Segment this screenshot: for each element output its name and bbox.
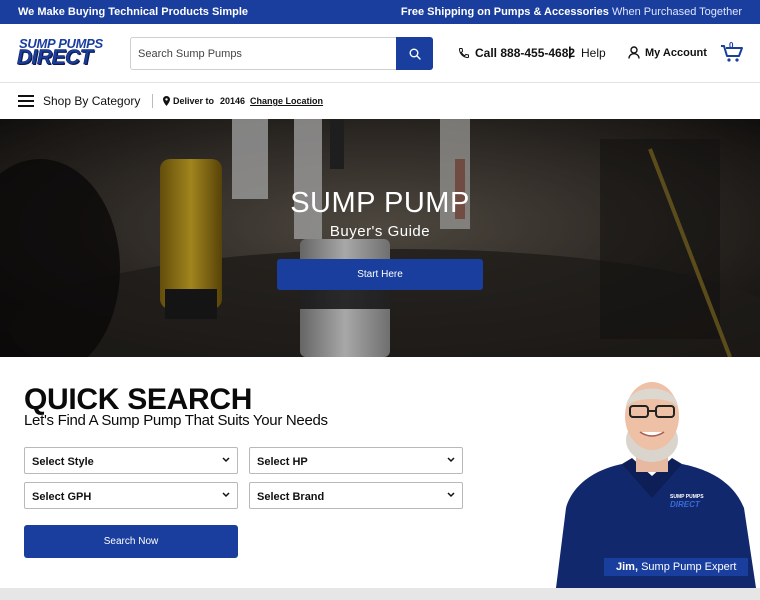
select-brand-label: Select Brand xyxy=(257,491,325,503)
expert-role: Sump Pump Expert xyxy=(641,561,737,573)
search-now-button[interactable]: Search Now xyxy=(24,525,238,558)
search-bar xyxy=(130,37,433,70)
start-here-button[interactable]: Start Here xyxy=(277,259,483,290)
chevron-down-icon xyxy=(222,457,230,463)
help-link[interactable]: Help xyxy=(581,46,606,60)
category-nav: Shop By Category Deliver to 20146 Change… xyxy=(0,82,760,119)
phone-icon xyxy=(458,48,469,59)
site-header: SUMP PUMPS DIRECT Call 888-455-4682 | He… xyxy=(0,24,760,82)
phone-number: Call 888-455-4682 xyxy=(475,46,576,60)
user-icon xyxy=(628,46,640,59)
my-account-link[interactable]: My Account xyxy=(628,46,707,59)
hero-title: SUMP PUMP xyxy=(290,187,470,219)
search-button[interactable] xyxy=(396,37,433,70)
footer-strip xyxy=(0,588,760,600)
select-style-label: Select Style xyxy=(32,456,94,468)
promo-left-text: We Make Buying Technical Products Simple xyxy=(18,6,249,18)
cart-button[interactable]: 0 xyxy=(720,41,744,63)
promo-bar: We Make Buying Technical Products Simple… xyxy=(0,0,760,24)
deliver-to-label: Deliver to xyxy=(173,96,215,106)
expert-photo: SUMP PUMPS DIRECT xyxy=(556,382,756,588)
header-separator: | xyxy=(568,44,572,59)
hero-banner: SUMP PUMP Buyer's Guide Start Here xyxy=(0,119,760,357)
site-logo[interactable]: SUMP PUMPS DIRECT xyxy=(17,36,109,70)
expert-name: Jim, xyxy=(616,561,639,573)
shop-by-category-button[interactable]: Shop By Category xyxy=(18,94,140,108)
select-hp-dropdown[interactable]: Select HP xyxy=(249,447,463,474)
delivery-location: Deliver to 20146 Change Location xyxy=(163,96,323,106)
chevron-down-icon xyxy=(447,492,455,498)
menu-icon xyxy=(18,95,34,107)
cart-count-badge: 0 xyxy=(729,41,734,50)
chevron-down-icon xyxy=(222,492,230,498)
search-icon xyxy=(409,48,421,60)
logo-line2: DIRECT xyxy=(17,46,93,69)
select-brand-dropdown[interactable]: Select Brand xyxy=(249,482,463,509)
select-style-dropdown[interactable]: Select Style xyxy=(24,447,238,474)
promo-right-text[interactable]: Free Shipping on Pumps & Accessories Whe… xyxy=(401,6,742,18)
my-account-label: My Account xyxy=(645,46,707,59)
location-pin-icon xyxy=(163,96,170,106)
select-gph-label: Select GPH xyxy=(32,491,92,503)
change-location-link[interactable]: Change Location xyxy=(250,96,323,106)
shop-by-category-label: Shop By Category xyxy=(43,94,141,108)
select-hp-label: Select HP xyxy=(257,456,308,468)
promo-condition: When Purchased Together xyxy=(608,6,742,18)
quick-search-subtitle: Let's Find A Sump Pump That Suits Your N… xyxy=(24,412,328,429)
nav-divider xyxy=(152,94,153,108)
select-gph-dropdown[interactable]: Select GPH xyxy=(24,482,238,509)
promo-free-shipping: Free Shipping on Pumps & Accessories xyxy=(400,6,609,18)
hero-subtitle: Buyer's Guide xyxy=(329,223,431,240)
search-input[interactable] xyxy=(131,38,397,69)
phone-link[interactable]: Call 888-455-4682 xyxy=(458,46,575,60)
shirt-logo-line2: DIRECT xyxy=(670,500,701,509)
expert-caption: Jim, Sump Pump Expert xyxy=(604,558,748,576)
chevron-down-icon xyxy=(447,457,455,463)
delivery-zip: 20146 xyxy=(220,96,246,106)
